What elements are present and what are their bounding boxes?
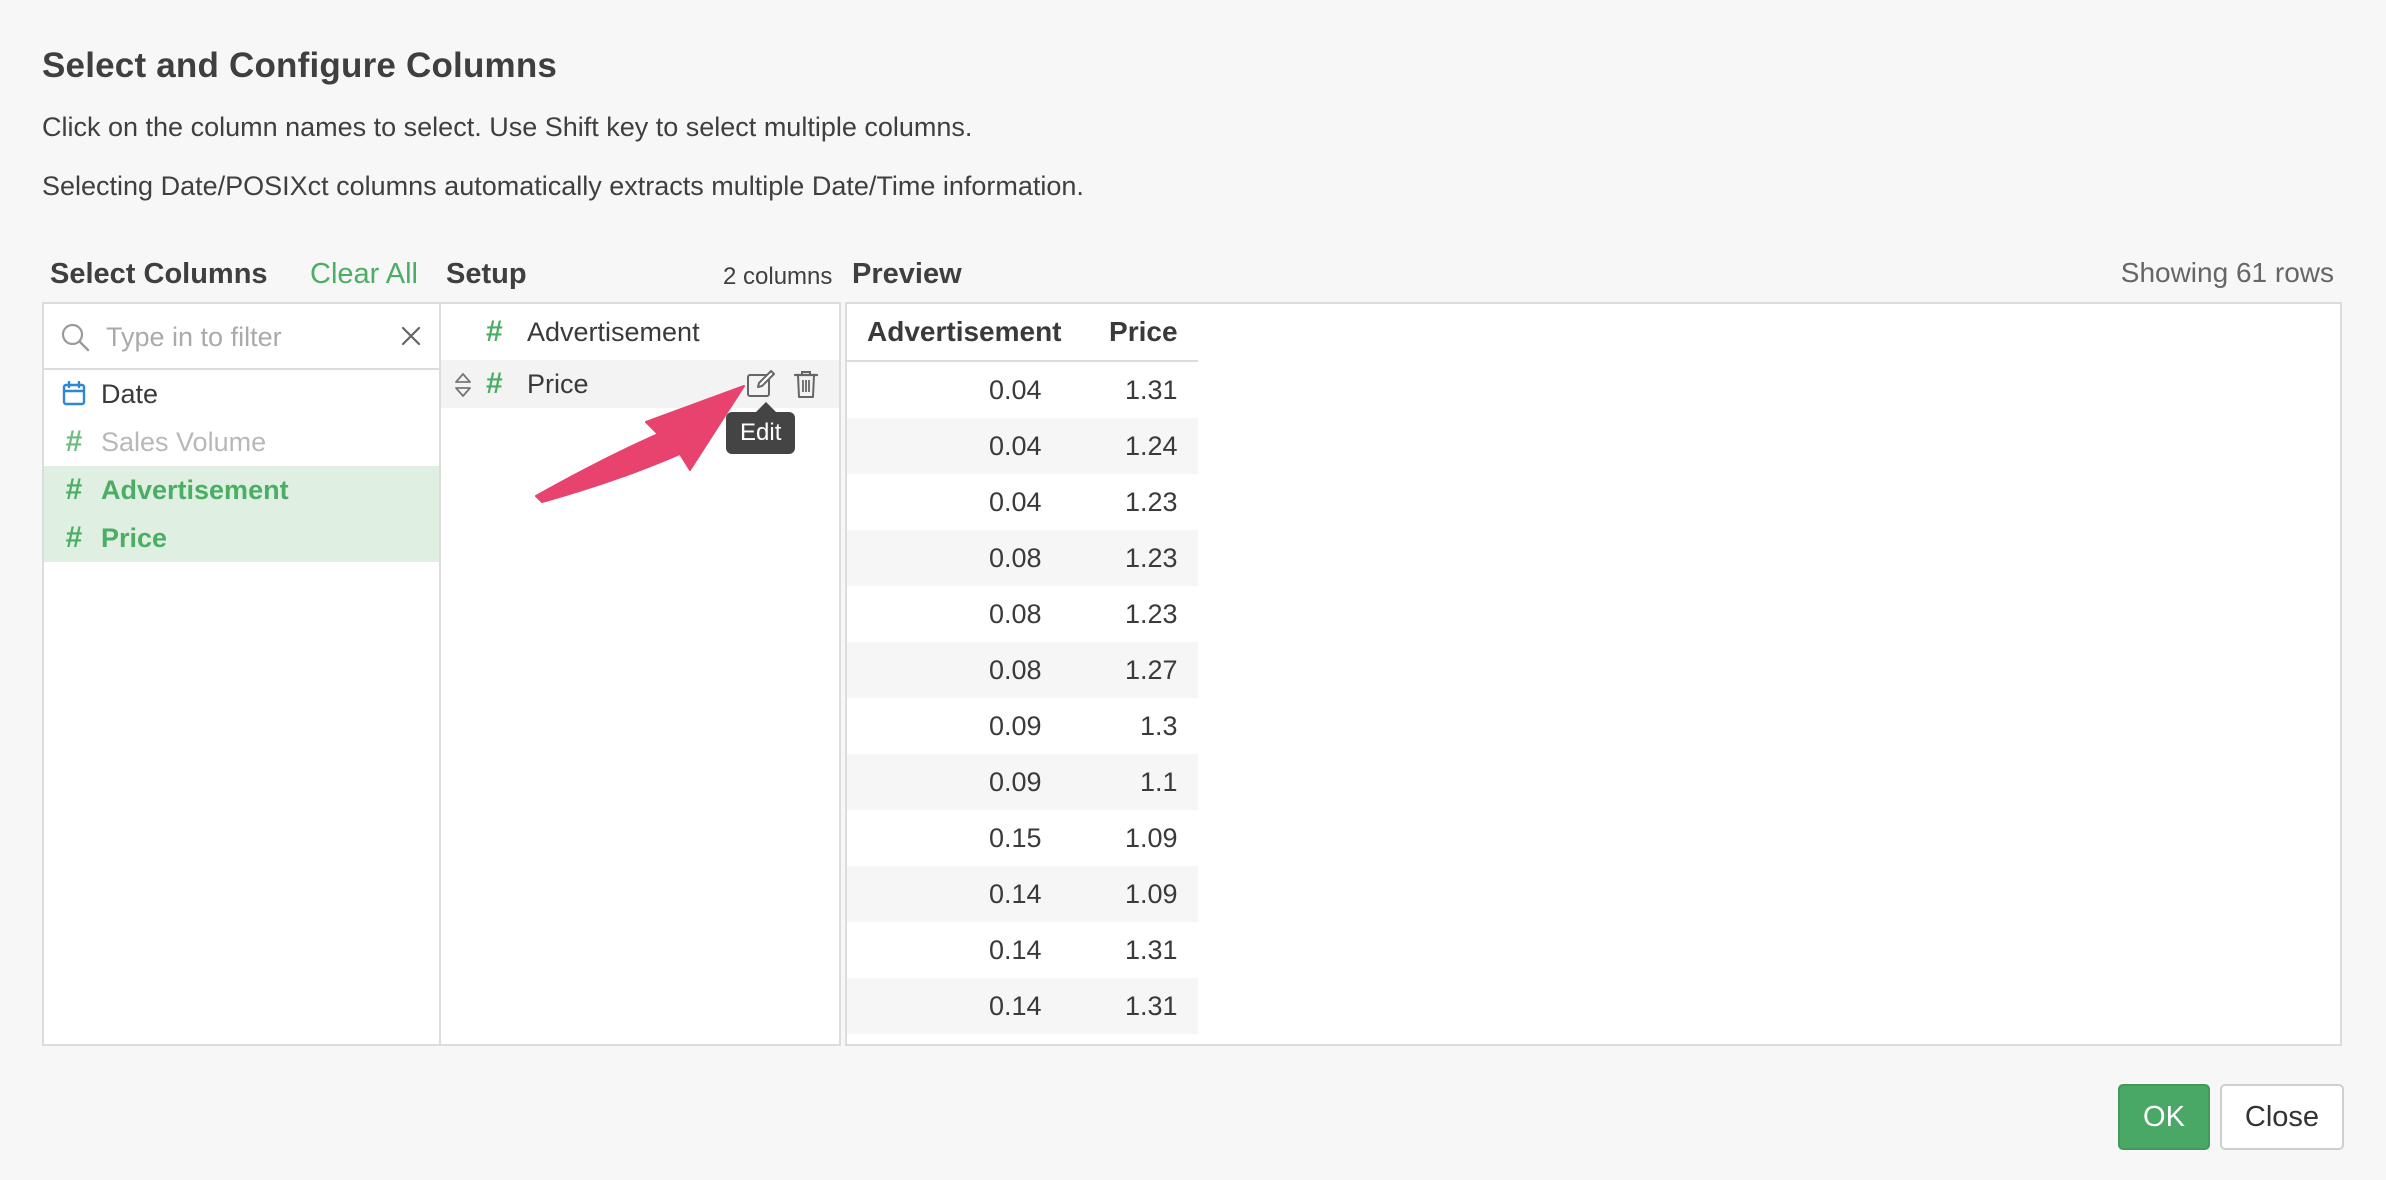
select-columns-panel: Date # Sales Volume # Advertisement # Pr… <box>42 302 441 1046</box>
column-filter-input[interactable] <box>104 314 378 360</box>
price-cell: 1.09 <box>1124 822 1178 853</box>
advertisement-cell: 0.04 <box>988 374 1042 405</box>
preview-table-body: 0.04 1.31 0.04 1.24 0.04 1.23 0.08 1.23 0.08 1.23… <box>847 361 1198 1044</box>
preview-row-count: Showing 61 rows <box>2120 257 2334 288</box>
column-item-label: Price <box>101 522 168 553</box>
hash-icon: # <box>65 425 83 458</box>
hash-icon: # <box>65 473 83 506</box>
clear-all-link[interactable]: Clear All <box>310 258 418 291</box>
table-row: 0.09 1.3 <box>847 698 1198 754</box>
trash-icon[interactable] <box>793 369 819 399</box>
table-row: 0.09 1.1 <box>847 754 1198 810</box>
column-item-advertisement[interactable]: # Advertisement <box>44 466 439 514</box>
advertisement-cell: 0.09 <box>847 754 1062 810</box>
price-cell: 1.27 <box>1061 642 1198 698</box>
column-item-label: Date <box>101 378 159 409</box>
hash-icon: # <box>486 315 503 348</box>
price-cell: 1.31 <box>1124 374 1178 405</box>
setup-item-price[interactable]: # Price <box>441 360 839 408</box>
price-cell: 1.23 <box>1061 530 1198 586</box>
advertisement-cell: 0.08 <box>847 530 1062 586</box>
preview-heading: Preview <box>852 258 962 290</box>
setup-column-count: 2 columns <box>723 263 833 290</box>
price-cell: 1.1 <box>1061 754 1198 810</box>
price-cell: 1.31 <box>1124 934 1178 965</box>
advertisement-cell: 0.08 <box>847 642 1062 698</box>
table-row: 0.04 1.24 <box>847 418 1198 474</box>
table-row: 0.14 1.09 <box>847 866 1198 922</box>
table-row: 0.04 1.23 <box>847 474 1198 530</box>
dialog-description-select: Click on the column names to select. Use… <box>42 112 973 142</box>
column-item-price[interactable]: # Price <box>44 514 439 562</box>
price-cell: 1.23 <box>1124 486 1178 517</box>
advertisement-cell: 0.04 <box>988 486 1042 517</box>
price-cell: 1.31 <box>1061 978 1198 1034</box>
advertisement-cell: 0.14 <box>988 934 1042 965</box>
price-cell: 1.24 <box>1061 418 1198 474</box>
table-row: 0.08 1.23 <box>847 530 1198 586</box>
price-cell: 1.09 <box>1061 866 1198 922</box>
setup-item-advertisement[interactable]: # Advertisement <box>441 308 839 356</box>
column-item-label: Advertisement <box>101 474 289 505</box>
column-item-sales-volume[interactable]: # Sales Volume <box>44 418 439 466</box>
dialog-title: Select and Configure Columns <box>42 46 558 85</box>
search-icon <box>61 323 90 352</box>
column-list: Date # Sales Volume # Advertisement # Pr… <box>44 370 439 562</box>
advertisement-cell: 0.04 <box>847 418 1062 474</box>
table-row: 0.14 1.31 <box>847 922 1198 978</box>
advertisement-cell: 0.08 <box>988 598 1042 629</box>
preview-column-header: Price <box>1061 304 1198 362</box>
column-item-date[interactable]: Date <box>44 370 439 418</box>
table-row: 0.14 1.31 <box>847 978 1198 1034</box>
table-row: 0.08 1.23 <box>847 586 1198 642</box>
price-cell: 1.3 <box>1139 710 1178 741</box>
advertisement-cell: 0.14 <box>847 978 1062 1034</box>
column-item-label: Sales Volume <box>101 426 267 457</box>
hash-icon: # <box>486 367 503 400</box>
table-row: 0.04 1.31 <box>847 361 1198 418</box>
preview-column-header: Advertisement <box>847 304 1062 362</box>
advertisement-cell: 0.13 <box>847 1034 1062 1044</box>
select-columns-heading: Select Columns <box>50 258 268 290</box>
hash-icon: # <box>65 521 83 554</box>
setup-heading: Setup <box>446 258 527 290</box>
edit-tooltip: Edit <box>726 402 796 454</box>
preview-header-row: Advertisement Price <box>847 304 1198 362</box>
price-cell: 1.31 <box>1062 1034 1198 1044</box>
ok-button[interactable]: OK <box>2118 1084 2210 1150</box>
clear-filter-icon[interactable] <box>399 324 423 348</box>
sort-handle-icon[interactable] <box>453 372 473 398</box>
table-row: 0.08 1.27 <box>847 642 1198 698</box>
table-row: 0.15 1.09 <box>847 810 1198 866</box>
advertisement-cell: 0.15 <box>988 822 1042 853</box>
close-button[interactable]: Close <box>2220 1084 2344 1150</box>
price-cell: 1.23 <box>1124 598 1178 629</box>
advertisement-cell: 0.09 <box>988 710 1042 741</box>
advertisement-cell: 0.14 <box>847 866 1062 922</box>
table-row: 0.131.31 <box>847 1034 1198 1044</box>
column-filter <box>44 304 439 370</box>
calendar-icon <box>61 381 87 407</box>
setup-item-label: Advertisement <box>527 316 700 347</box>
edit-icon[interactable] <box>746 369 776 399</box>
preview-table: Advertisement Price 0.04 1.31 0.04 1.24 0.04… <box>847 304 1198 1044</box>
setup-item-label: Price <box>527 368 589 399</box>
dialog-description-date: Selecting Date/POSIXct columns automatic… <box>42 171 1084 201</box>
preview-panel: Advertisement Price 0.04 1.31 0.04 1.24 0.04… <box>845 302 2342 1046</box>
select-configure-columns-dialog: Select and Configure Columns Click on th… <box>0 0 2386 1180</box>
